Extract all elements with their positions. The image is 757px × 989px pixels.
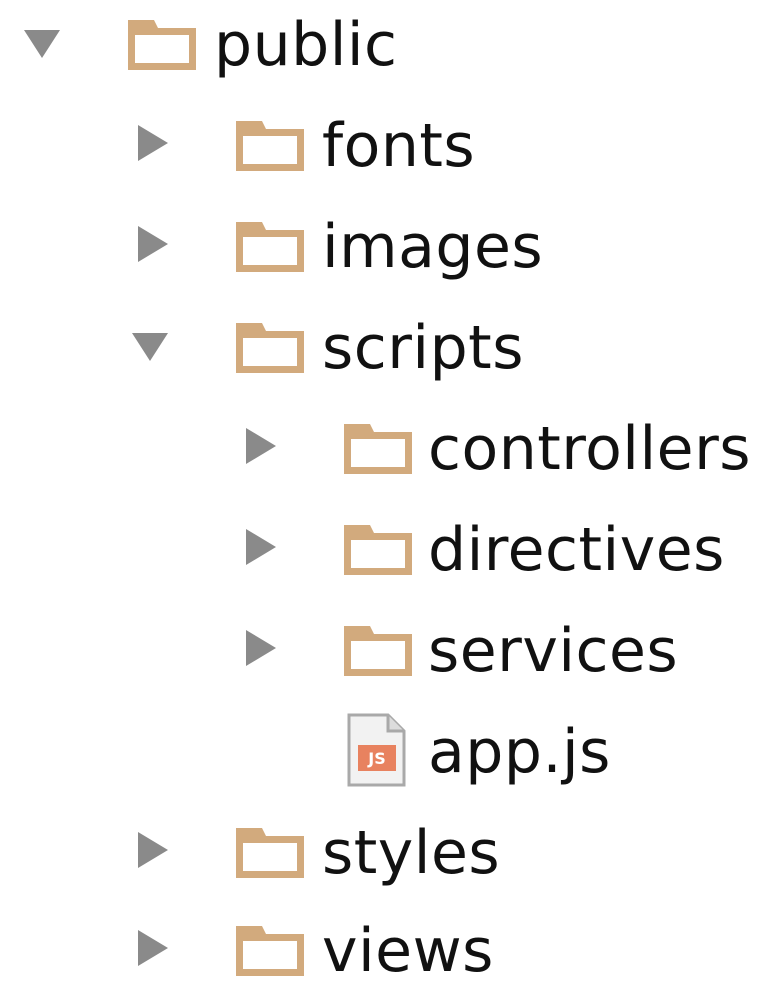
triangle-down-icon[interactable] bbox=[22, 22, 62, 62]
folder-icon bbox=[344, 626, 412, 676]
folder-icon bbox=[236, 828, 304, 878]
tree-item-label: services bbox=[428, 616, 679, 686]
tree-item-styles[interactable]: styles bbox=[0, 808, 757, 912]
triangle-right-icon[interactable] bbox=[132, 224, 172, 264]
js-file-icon: JS bbox=[347, 713, 406, 787]
tree-item-label: public bbox=[214, 10, 398, 80]
tree-item-label: controllers bbox=[428, 414, 751, 484]
triangle-down-icon[interactable] bbox=[130, 325, 170, 365]
tree-item-label: scripts bbox=[322, 313, 524, 383]
tree-item-app-js[interactable]: JS app.js bbox=[0, 707, 757, 811]
tree-item-label: fonts bbox=[322, 111, 476, 181]
folder-icon bbox=[128, 20, 196, 70]
folder-icon bbox=[236, 121, 304, 171]
tree-item-fonts[interactable]: fonts bbox=[0, 101, 757, 205]
tree-item-label: directives bbox=[428, 515, 725, 585]
file-tree: public fonts images scripts controllers … bbox=[0, 0, 757, 989]
tree-item-directives[interactable]: directives bbox=[0, 505, 757, 609]
tree-item-services[interactable]: services bbox=[0, 606, 757, 710]
triangle-right-icon[interactable] bbox=[132, 928, 172, 968]
folder-icon bbox=[236, 926, 304, 976]
triangle-right-icon[interactable] bbox=[132, 123, 172, 163]
tree-item-label: views bbox=[322, 916, 494, 986]
tree-item-controllers[interactable]: controllers bbox=[0, 404, 757, 508]
folder-icon bbox=[344, 525, 412, 575]
tree-item-images[interactable]: images bbox=[0, 202, 757, 306]
tree-item-label: images bbox=[322, 212, 544, 282]
tree-item-label: app.js bbox=[428, 717, 611, 787]
triangle-right-icon[interactable] bbox=[240, 628, 280, 668]
triangle-right-icon[interactable] bbox=[240, 527, 280, 567]
triangle-right-icon[interactable] bbox=[240, 426, 280, 466]
folder-icon bbox=[344, 424, 412, 474]
folder-icon bbox=[236, 222, 304, 272]
folder-icon bbox=[236, 323, 304, 373]
tree-item-views[interactable]: views bbox=[0, 906, 757, 989]
js-badge: JS bbox=[367, 749, 385, 768]
tree-item-scripts[interactable]: scripts bbox=[0, 303, 757, 407]
tree-item-label: styles bbox=[322, 818, 501, 888]
tree-item-public[interactable]: public bbox=[0, 0, 757, 104]
triangle-right-icon[interactable] bbox=[132, 830, 172, 870]
